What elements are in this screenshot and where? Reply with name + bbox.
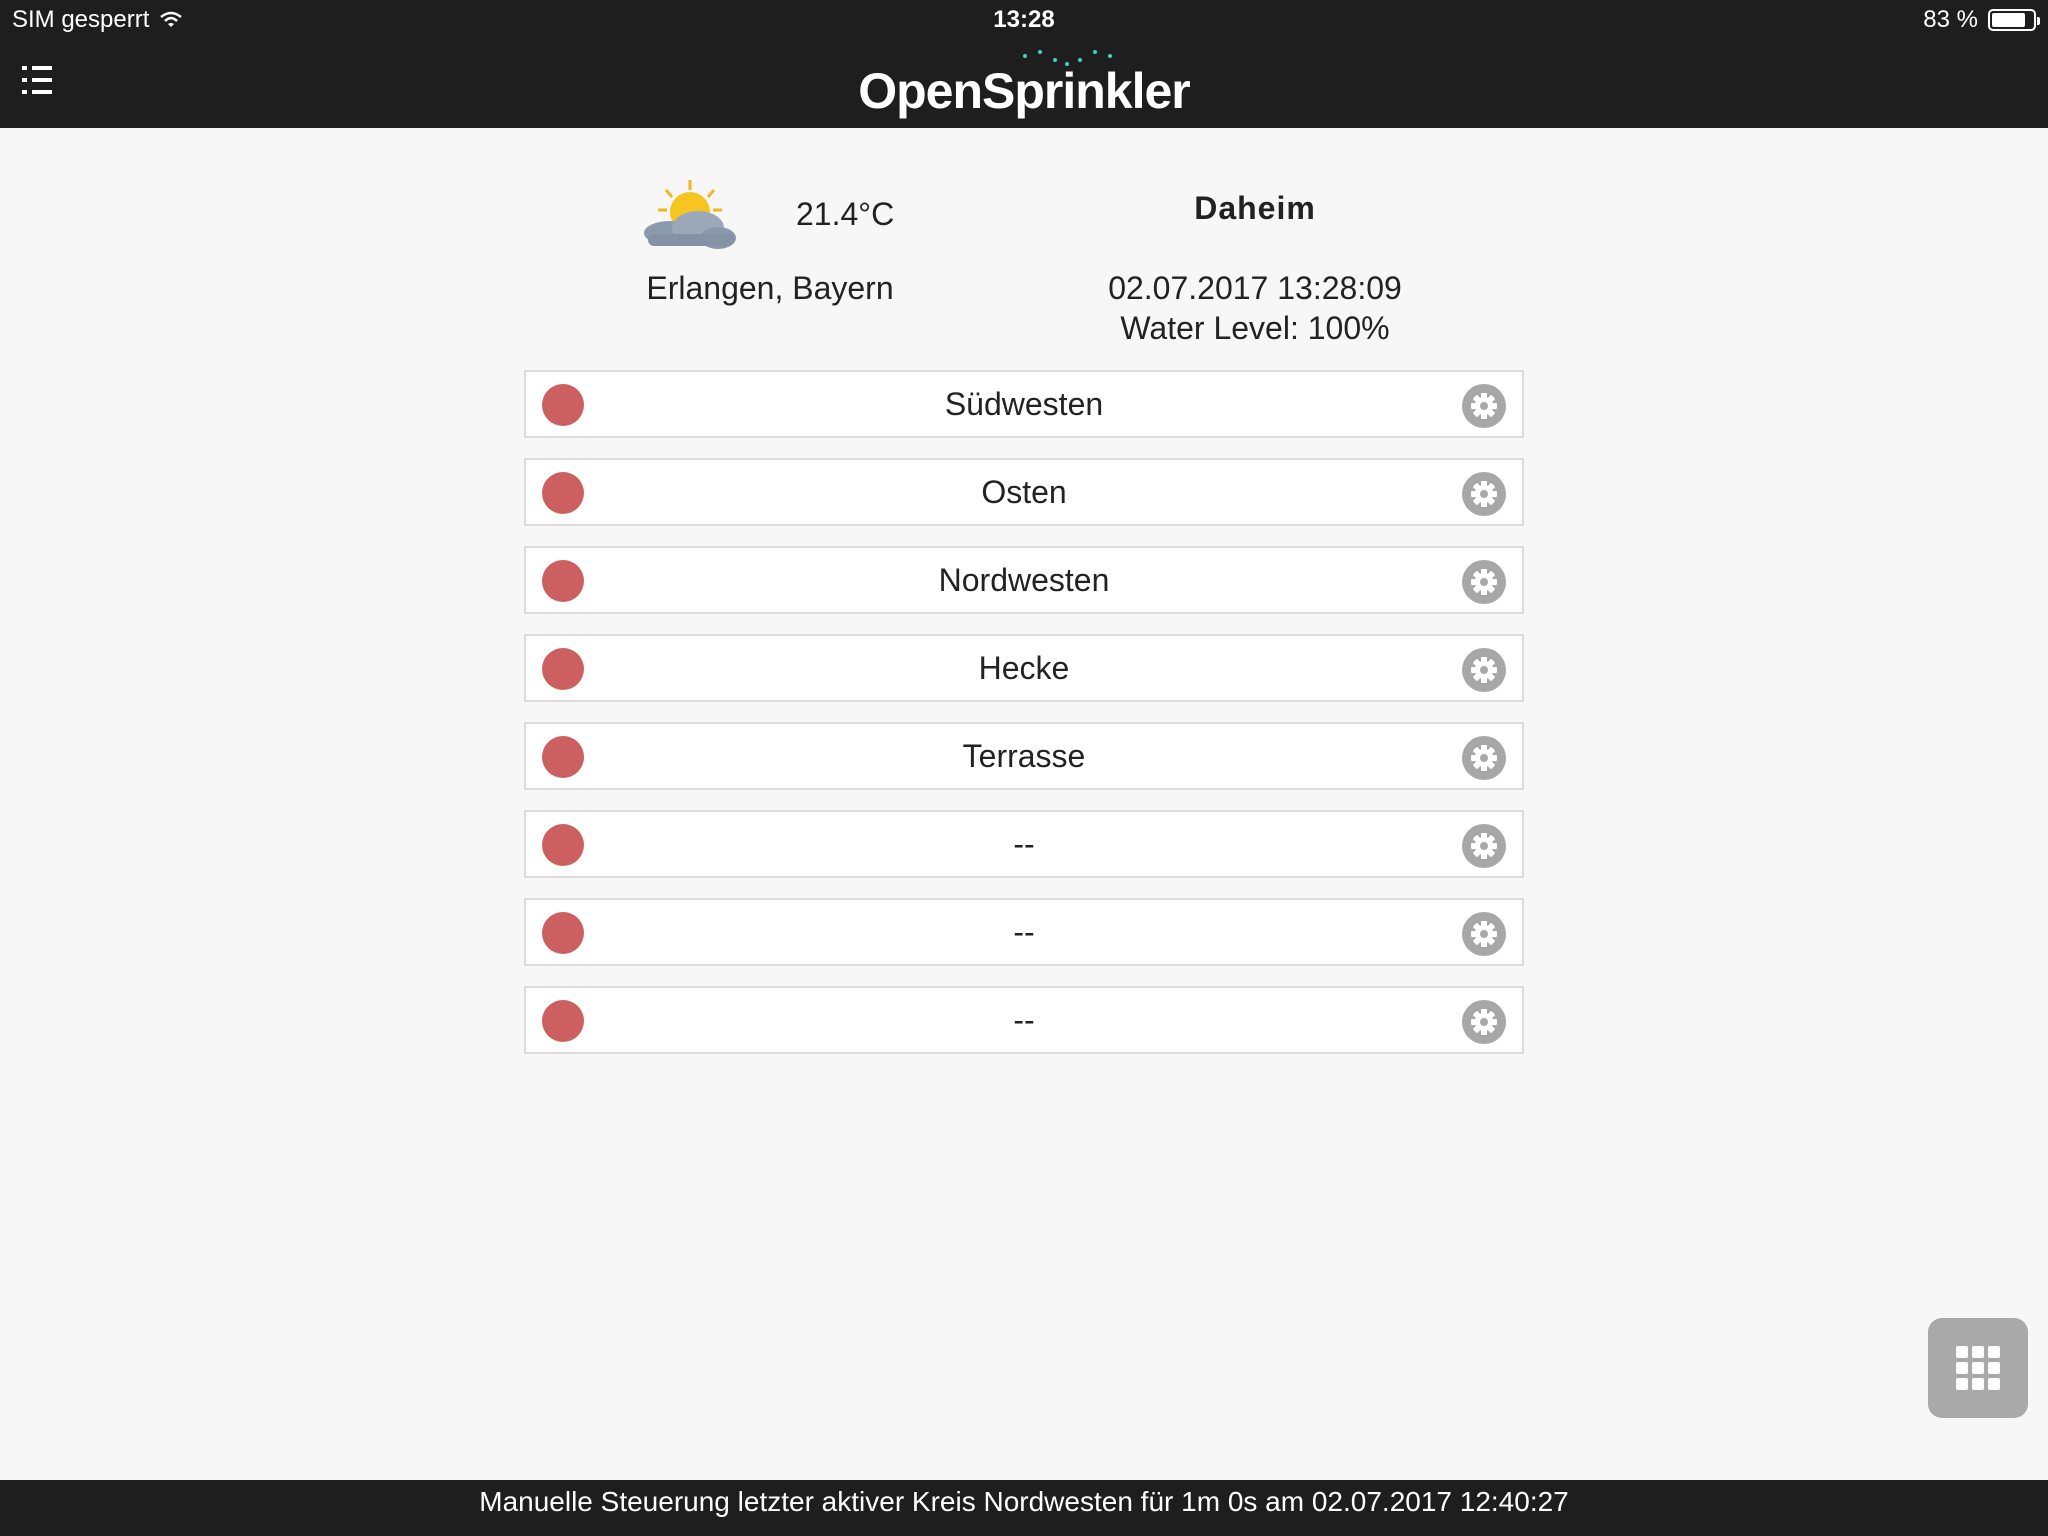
station-row[interactable]: -- xyxy=(524,810,1524,878)
info-panel: 21.4°C Erlangen, Bayern Daheim 02.07.201… xyxy=(0,128,2048,368)
station-row[interactable]: Terrasse xyxy=(524,722,1524,790)
station-row[interactable]: Osten xyxy=(524,458,1524,526)
device-datetime: 02.07.2017 13:28:09 xyxy=(1108,270,1402,306)
apps-grid-button[interactable] xyxy=(1928,1318,2028,1418)
gear-icon[interactable] xyxy=(1462,824,1506,868)
station-name: Hecke xyxy=(978,650,1070,686)
status-footer: Manuelle Steuerung letzter aktiver Kreis… xyxy=(0,1480,2048,1536)
gear-icon[interactable] xyxy=(1462,912,1506,956)
partly-cloudy-icon xyxy=(644,180,736,249)
app-logo: OpenSprinkler xyxy=(858,63,1191,119)
station-name: -- xyxy=(1013,1002,1035,1038)
gear-icon[interactable] xyxy=(1462,648,1506,692)
site-name: Daheim xyxy=(1194,190,1316,226)
station-name: -- xyxy=(1013,914,1035,950)
gear-icon[interactable] xyxy=(1462,472,1506,516)
station-name: Terrasse xyxy=(962,738,1086,774)
station-name: Südwesten xyxy=(944,386,1104,422)
status-bar-right: 83 % xyxy=(1923,6,2040,34)
temperature: 21.4°C xyxy=(796,196,895,232)
battery-percent: 83 % xyxy=(1923,6,1978,33)
battery-icon xyxy=(1988,9,2040,31)
station-name: Nordwesten xyxy=(938,562,1110,598)
station-row[interactable]: -- xyxy=(524,898,1524,966)
station-row[interactable]: Südwesten xyxy=(524,370,1524,438)
grid-icon xyxy=(1956,1346,2000,1390)
location: Erlangen, Bayern xyxy=(646,270,894,306)
gear-icon[interactable] xyxy=(1462,1000,1506,1044)
station-row[interactable]: -- xyxy=(524,986,1524,1054)
battery-fill xyxy=(1992,13,2026,27)
station-list: Südwesten Osten Nordwesten Hecke Terrasse -- -… xyxy=(524,370,1524,1074)
gear-icon[interactable] xyxy=(1462,560,1506,604)
station-name: Osten xyxy=(981,474,1067,510)
station-name: -- xyxy=(1013,826,1035,862)
water-level: Water Level: 100% xyxy=(1120,310,1390,346)
gear-icon[interactable] xyxy=(1462,384,1506,428)
station-row[interactable]: Hecke xyxy=(524,634,1524,702)
status-time: 13:28 xyxy=(993,6,1055,33)
gear-icon[interactable] xyxy=(1462,736,1506,780)
top-bar: SIM gesperrt 13:28 83 % OpenSprinkler xyxy=(0,0,2048,128)
station-row[interactable]: Nordwesten xyxy=(524,546,1524,614)
